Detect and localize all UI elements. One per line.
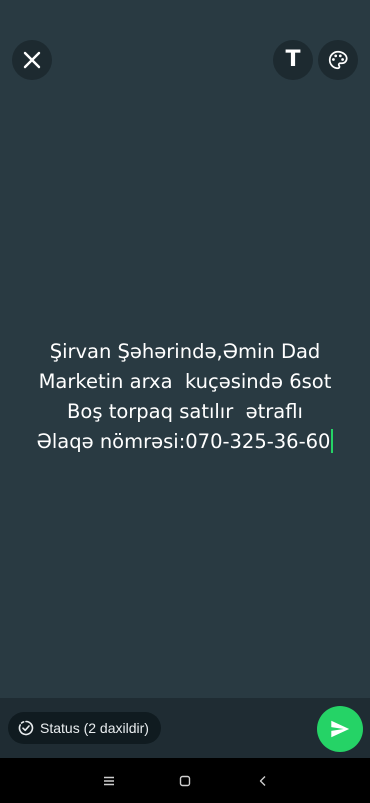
status-audience-button[interactable]: Status (2 daxildir) — [8, 712, 161, 744]
text-cursor — [331, 429, 334, 453]
status-text-input[interactable]: Şirvan Şəhərində,Əmin Dad Marketin arxa … — [0, 337, 370, 457]
home-icon — [179, 775, 191, 787]
system-nav-bar — [0, 758, 370, 803]
close-button[interactable] — [12, 40, 52, 80]
send-button[interactable] — [317, 706, 363, 752]
palette-button[interactable] — [318, 40, 358, 80]
status-text-line: Şirvan Şəhərində,Əmin Dad — [49, 340, 321, 363]
home-button[interactable] — [170, 768, 200, 794]
back-button[interactable] — [248, 768, 278, 794]
palette-icon — [328, 50, 348, 70]
status-icon — [18, 720, 34, 736]
recents-icon — [104, 776, 114, 786]
text-icon: T — [285, 47, 301, 72]
close-icon — [23, 51, 41, 69]
recents-button[interactable] — [94, 768, 124, 794]
status-text-line: Boş torpaq satılır ətraflı — [67, 400, 303, 423]
back-icon — [259, 776, 266, 786]
status-text-line: Əlaqə nömrəsi:070-325-36-60 — [36, 430, 331, 453]
send-icon — [331, 720, 350, 738]
status-text-line: Marketin arxa kuçəsində 6sot — [38, 370, 332, 393]
status-audience-label: Status (2 daxildir) — [40, 720, 149, 736]
status-canvas[interactable]: T Şirvan Şəhərində,Əmin Dad Marketin arx… — [0, 0, 370, 698]
text-tool-button[interactable]: T — [273, 40, 313, 80]
bottom-bar: Status (2 daxildir) — [0, 698, 370, 758]
